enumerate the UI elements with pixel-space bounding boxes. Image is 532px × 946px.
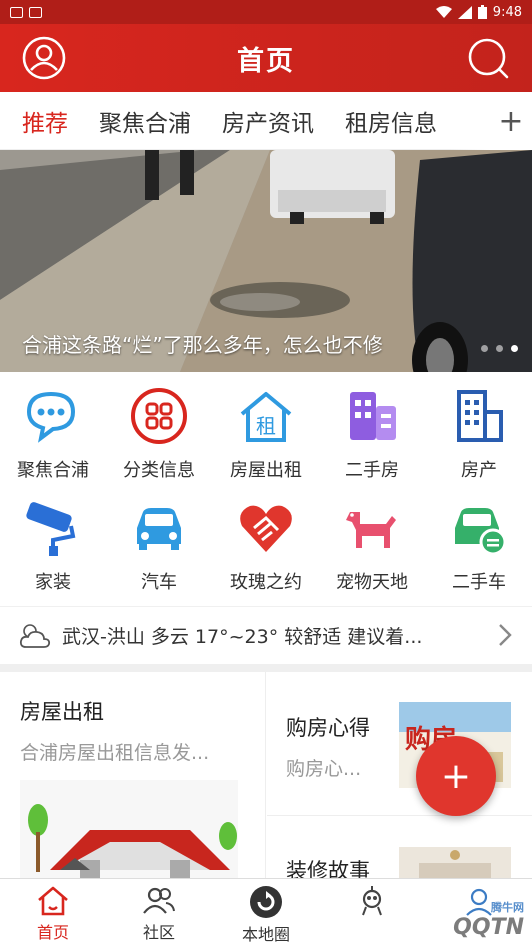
notification-icon <box>29 6 42 18</box>
paint-roller-icon <box>26 502 76 556</box>
user-icon[interactable] <box>22 36 66 80</box>
card-title: 购房心得 <box>286 716 370 740</box>
grid-item-hepu-focus[interactable]: 聚焦合浦 <box>0 372 106 482</box>
weather-bar[interactable]: 武汉-洪山 多云 17°~23° 较舒适 建议着... <box>0 606 532 664</box>
grid-item-pets[interactable]: 宠物天地 <box>319 484 425 594</box>
local-circle-icon <box>250 886 282 918</box>
card-buying-tips[interactable]: 购房心得 购房心... 购房 <box>267 672 532 816</box>
robot-icon <box>362 886 382 916</box>
carousel-dot-active[interactable] <box>511 345 518 352</box>
nav-local-circle[interactable]: 本地圈 <box>213 879 319 946</box>
grid-item-classified[interactable]: 分类信息 <box>106 372 212 482</box>
used-car-icon <box>455 508 507 556</box>
card-title: 房屋出租 <box>20 700 104 724</box>
category-tabs: 推荐 聚焦合浦 房产资讯 租房信息 + <box>0 92 532 150</box>
nav-robot[interactable] <box>319 879 425 946</box>
house-rent-icon: 租 <box>240 392 292 442</box>
grid-label: 聚焦合浦 <box>17 460 89 481</box>
nav-label: 本地圈 <box>241 925 290 944</box>
tab-realestate-news[interactable]: 房产资讯 <box>222 104 314 138</box>
watermark-text: QQTN <box>453 915 524 940</box>
watermark: 腾牛网 QQTN <box>453 899 524 940</box>
card-decor-story[interactable]: 装修故事 <box>267 817 532 878</box>
decor-story-image <box>399 847 511 878</box>
grid-label: 家装 <box>35 572 71 593</box>
bottom-navigation: 首页 社区 本地圈 腾牛网 QQTN <box>0 878 532 946</box>
grid-item-realestate[interactable]: 房产 <box>426 372 532 482</box>
battery-icon <box>477 5 487 19</box>
grid-item-house-rent[interactable]: 租 房屋出租 <box>213 372 319 482</box>
card-house-rent[interactable]: 房屋出租 合浦房屋出租信息发... <box>0 672 266 878</box>
cloud-sun-icon <box>19 623 51 648</box>
office-building-icon <box>457 390 503 442</box>
nav-home[interactable]: 首页 <box>0 879 106 946</box>
fab-add-button[interactable]: + <box>416 736 496 816</box>
grid-label: 房产 <box>461 460 497 481</box>
nav-label: 首页 <box>36 923 69 942</box>
nav-community[interactable]: 社区 <box>106 879 212 946</box>
grid-label: 宠物天地 <box>336 572 408 593</box>
grid-label: 玫瑰之约 <box>230 572 302 593</box>
signal-icon <box>457 5 472 19</box>
banner-carousel[interactable]: 合浦这条路“烂”了那么多年，怎么也不修 <box>0 150 532 372</box>
card-title: 装修故事 <box>286 859 370 878</box>
page-title: 首页 <box>237 45 295 77</box>
app-root: 9:48 首页 推荐 聚焦合浦 房产资讯 租房信息 + 合浦这条路“烂”了那么多… <box>0 0 532 946</box>
chevron-right-icon <box>499 624 512 646</box>
car-icon <box>137 508 181 550</box>
carousel-dot[interactable] <box>496 345 503 352</box>
tabs-fade <box>450 92 490 150</box>
grid-label: 分类信息 <box>123 460 195 481</box>
category-icon <box>131 388 187 444</box>
heart-hands-icon <box>240 505 292 552</box>
grid-item-home-decor[interactable]: 家装 <box>0 484 106 594</box>
status-notifications <box>10 6 42 18</box>
grid-label: 二手房 <box>345 460 399 481</box>
community-icon <box>143 887 175 914</box>
buildings-icon <box>350 392 396 440</box>
tab-rental-info[interactable]: 租房信息 <box>345 104 437 138</box>
svg-text:租: 租 <box>256 414 276 438</box>
house-illustration <box>20 780 238 878</box>
nav-label: 社区 <box>142 923 175 942</box>
feature-grid: 聚焦合浦 分类信息 租 房屋出租 二手房 房产 家装 汽车 玫瑰之约 宠物天地 … <box>0 372 532 602</box>
status-time: 9:48 <box>492 4 522 20</box>
status-bar: 9:48 <box>0 0 532 24</box>
tab-recommend[interactable]: 推荐 <box>22 104 68 138</box>
card-desc: 购房心... <box>286 758 362 780</box>
tab-hepu-focus[interactable]: 聚焦合浦 <box>99 104 191 138</box>
home-icon <box>38 886 68 916</box>
grid-item-rose-date[interactable]: 玫瑰之约 <box>213 484 319 594</box>
app-header: 首页 <box>0 24 532 92</box>
status-right: 9:48 <box>435 4 522 20</box>
grid-label: 房屋出租 <box>230 460 302 481</box>
wifi-icon <box>435 5 452 18</box>
notification-icon <box>10 6 23 18</box>
grid-label: 二手车 <box>452 572 506 593</box>
section-divider <box>0 664 532 672</box>
grid-label: 汽车 <box>141 572 177 593</box>
grid-item-second-hand-house[interactable]: 二手房 <box>319 372 425 482</box>
chat-bubble-icon <box>26 391 76 443</box>
add-tab-button[interactable]: + <box>490 92 532 150</box>
card-thumbnail <box>399 847 511 878</box>
weather-text: 武汉-洪山 多云 17°~23° 较舒适 建议着... <box>62 626 423 648</box>
search-icon[interactable] <box>466 36 510 80</box>
watermark-brand: 腾牛网 <box>491 901 524 914</box>
carousel-dot[interactable] <box>481 345 488 352</box>
dog-icon <box>346 512 396 548</box>
banner-caption: 合浦这条路“烂”了那么多年，怎么也不修 <box>22 333 383 357</box>
grid-item-car[interactable]: 汽车 <box>106 484 212 594</box>
carousel-dots <box>481 345 518 352</box>
card-desc: 合浦房屋出租信息发... <box>20 742 210 764</box>
grid-item-used-car[interactable]: 二手车 <box>426 484 532 594</box>
